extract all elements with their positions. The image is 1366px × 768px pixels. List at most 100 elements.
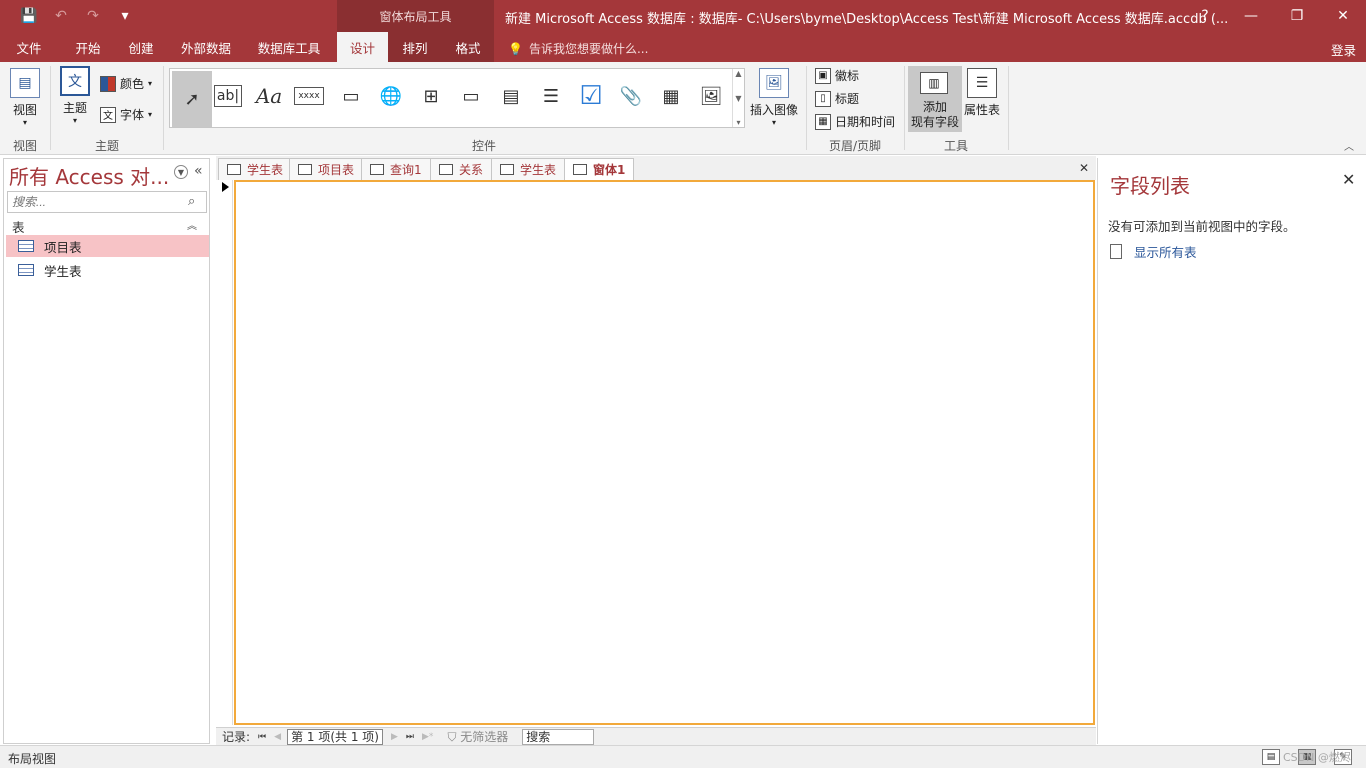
gallery-more-icon[interactable]: ▾ bbox=[736, 118, 740, 127]
date-time-label: 日期和时间 bbox=[835, 115, 896, 129]
insert-image-label: 插入图像 bbox=[750, 103, 799, 117]
fonts-button[interactable]: 文 字体 ▾ bbox=[100, 106, 152, 123]
attachment-control-icon[interactable]: 📎 bbox=[614, 79, 648, 113]
button-control-icon[interactable]: xxxx bbox=[294, 87, 324, 105]
help-button[interactable]: ? bbox=[1182, 0, 1228, 32]
close-window-button[interactable]: ✕ bbox=[1320, 0, 1366, 32]
view-group-label: 视图 bbox=[12, 139, 37, 153]
title-button[interactable]: ▯ 标题 bbox=[815, 90, 859, 107]
search-icon[interactable]: ⌕ bbox=[188, 194, 195, 209]
scroll-up-icon[interactable]: ▲ bbox=[735, 69, 741, 78]
ribbon: ▤ 视图 ▾ 视图 文 主题 ▾ 颜色 ▾ 文 字体 ▾ 主题 ➚ ab| Aa… bbox=[0, 62, 1366, 155]
minimize-button[interactable]: — bbox=[1228, 0, 1274, 32]
quick-access-toolbar: 💾 ↶ ↷ ▾ bbox=[18, 6, 136, 26]
doc-tab-label: 查询1 bbox=[390, 163, 422, 177]
select-pointer-icon[interactable]: ➚ bbox=[172, 71, 212, 127]
colors-button[interactable]: 颜色 ▾ bbox=[100, 75, 152, 92]
record-search-input[interactable]: 搜索 bbox=[522, 728, 595, 745]
show-all-tables-label: 显示所有表 bbox=[1134, 245, 1197, 260]
insert-image-button[interactable]: 🖼 插入图像 ▾ bbox=[750, 68, 798, 127]
view-icon: ▤ bbox=[10, 68, 40, 98]
themes-button-label: 主题 bbox=[62, 101, 87, 115]
property-sheet-button[interactable]: ☰ 属性表 bbox=[964, 68, 1000, 118]
scroll-down-icon[interactable]: ▼ bbox=[735, 94, 741, 103]
checkbox-control-icon[interactable]: ☑ bbox=[574, 79, 608, 113]
context-tools-label: 窗体布局工具 bbox=[337, 0, 494, 32]
navigation-control-icon[interactable]: ▭ bbox=[454, 79, 488, 113]
nav-dropdown-icon[interactable]: ▼ bbox=[174, 165, 188, 179]
tab-design[interactable]: 设计 bbox=[337, 32, 388, 62]
date-time-button[interactable]: ▦ 日期和时间 bbox=[815, 113, 895, 130]
no-filter-label: 无筛选器 bbox=[460, 730, 509, 744]
image-control-icon[interactable]: 🖼 bbox=[694, 79, 728, 113]
tab-format[interactable]: 格式 bbox=[444, 32, 492, 62]
tab-external-data[interactable]: 外部数据 bbox=[170, 32, 242, 62]
form-icon bbox=[500, 164, 514, 175]
separator bbox=[163, 66, 164, 150]
doc-tab-relationships[interactable]: 关系 bbox=[430, 158, 493, 180]
customize-qat-icon[interactable]: ▾ bbox=[114, 6, 136, 26]
no-filter-indicator[interactable]: ⛉ 无筛选器 bbox=[447, 728, 508, 745]
last-record-icon[interactable]: ⏭ bbox=[406, 732, 414, 742]
combo-box-control-icon[interactable]: ▤ bbox=[494, 79, 528, 113]
list-box-control-icon[interactable]: ☰ bbox=[534, 79, 568, 113]
nav-pane-title[interactable]: 所有 Access 对... bbox=[9, 161, 169, 190]
field-list-message: 没有可添加到当前视图中的字段。 bbox=[1108, 219, 1296, 234]
nav-item-student-table[interactable]: 学生表 bbox=[6, 259, 209, 281]
web-browser-control-icon[interactable]: ⊞ bbox=[414, 79, 448, 113]
hyperlink-control-icon[interactable]: 🌐 bbox=[374, 79, 408, 113]
gallery-scrollbar[interactable]: ▲ ▼ ▾ bbox=[732, 69, 744, 127]
doc-tab-student-table[interactable]: 学生表 bbox=[218, 158, 293, 180]
show-all-tables-link[interactable]: 显示所有表 bbox=[1110, 242, 1197, 261]
nav-group-tables[interactable]: 表 bbox=[12, 217, 25, 236]
close-field-list-icon[interactable]: ✕ bbox=[1342, 170, 1355, 189]
new-record-icon[interactable]: ▶* bbox=[422, 732, 433, 742]
login-link[interactable]: 登录 bbox=[1331, 40, 1356, 59]
themes-button[interactable]: 文 主题 ▾ bbox=[60, 66, 90, 125]
collapse-nav-icon[interactable]: « bbox=[194, 163, 203, 179]
previous-record-icon[interactable]: ◀ bbox=[274, 732, 281, 742]
tell-me-box[interactable]: 💡 告诉我您想要做什么... bbox=[508, 40, 648, 57]
tell-me-text: 告诉我您想要做什么... bbox=[528, 42, 649, 56]
undo-icon[interactable]: ↶ bbox=[50, 6, 72, 26]
collapse-group-icon[interactable]: ︽ bbox=[187, 217, 197, 232]
restore-button[interactable]: ❐ bbox=[1274, 0, 1320, 32]
logo-button[interactable]: ▣ 徽标 bbox=[815, 67, 859, 84]
redo-icon[interactable]: ↷ bbox=[82, 6, 104, 26]
tab-database-tools[interactable]: 数据库工具 bbox=[248, 32, 330, 62]
close-document-icon[interactable]: ✕ bbox=[1079, 161, 1089, 175]
colors-label: 颜色 bbox=[120, 77, 145, 91]
doc-tab-project-table[interactable]: 项目表 bbox=[289, 158, 364, 180]
separator bbox=[50, 66, 51, 150]
add-existing-fields-button[interactable]: ▥ 添加 现有字段 bbox=[908, 66, 962, 132]
doc-tab-label: 学生表 bbox=[247, 163, 284, 177]
save-icon[interactable]: 💾 bbox=[18, 6, 40, 26]
controls-gallery: ➚ ab| Aa xxxx ▭ 🌐 ⊞ ▭ ▤ ☰ ☑ 📎 ▦ 🖼 ▲ ▼ ▾ bbox=[169, 68, 745, 128]
tab-arrange[interactable]: 排列 bbox=[392, 32, 438, 62]
subform-control-icon[interactable]: ▦ bbox=[654, 79, 688, 113]
doc-tab-query1[interactable]: 查询1 bbox=[361, 158, 431, 180]
label-control-icon[interactable]: Aa bbox=[252, 79, 286, 113]
textbox-control-icon[interactable]: ab| bbox=[214, 85, 242, 107]
record-position-field[interactable]: 第 1 项(共 1 项) bbox=[287, 728, 383, 745]
status-bar: 布局视图 ▤ ▦ ✎ CSDN @燃烬 bbox=[0, 745, 1366, 768]
tab-create[interactable]: 创建 bbox=[116, 32, 166, 62]
first-record-icon[interactable]: ⏮ bbox=[258, 732, 266, 742]
tab-control-icon[interactable]: ▭ bbox=[334, 79, 368, 113]
doc-tab-student-form[interactable]: 学生表 bbox=[491, 158, 566, 180]
doc-tab-form1[interactable]: 窗体1 bbox=[564, 158, 635, 180]
tab-home[interactable]: 开始 bbox=[62, 32, 114, 62]
view-button[interactable]: ▤ 视图 ▾ bbox=[10, 68, 40, 127]
doc-tab-label: 关系 bbox=[459, 163, 484, 177]
nav-item-project-table[interactable]: 项目表 bbox=[6, 235, 209, 257]
logo-label: 徽标 bbox=[835, 69, 860, 83]
form-view-icon[interactable]: ▤ bbox=[1262, 749, 1280, 765]
collapse-ribbon-icon[interactable]: ︿ bbox=[1344, 138, 1354, 153]
record-selector[interactable] bbox=[216, 180, 233, 725]
property-sheet-label: 属性表 bbox=[964, 103, 1001, 117]
next-record-icon[interactable]: ▶ bbox=[391, 732, 398, 742]
nav-search-input[interactable] bbox=[7, 191, 207, 213]
record-navigation-bar: 记录: ⏮ ◀ 第 1 项(共 1 项) ▶ ⏭ ▶* ⛉ 无筛选器 搜索 bbox=[216, 727, 1096, 745]
form-canvas[interactable] bbox=[234, 180, 1095, 725]
tab-file[interactable]: 文件 bbox=[4, 32, 54, 62]
